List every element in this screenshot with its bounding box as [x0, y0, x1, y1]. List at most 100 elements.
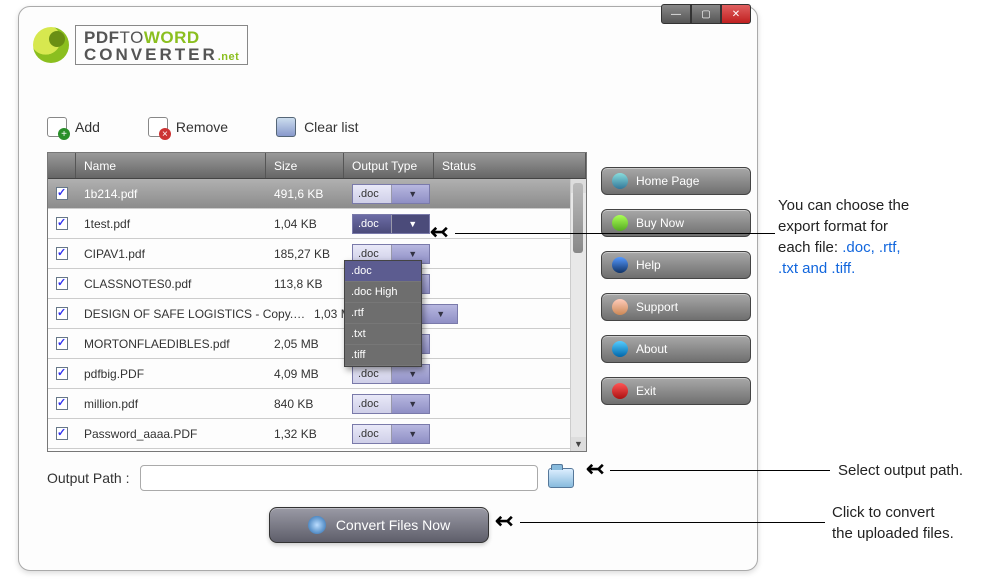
help-button[interactable]: Help	[601, 251, 751, 279]
support-icon	[612, 299, 628, 315]
dropdown-option[interactable]: .tiff	[345, 345, 421, 366]
remove-icon	[148, 117, 168, 137]
checkbox-icon	[56, 277, 68, 290]
convert-button[interactable]: Convert Files Now	[269, 507, 489, 543]
chevron-down-icon: ▼	[391, 215, 430, 233]
row-checkbox[interactable]	[48, 307, 76, 320]
output-type-dropdown[interactable]: .doc▼	[352, 394, 430, 414]
annotation-line	[520, 522, 825, 523]
table-body: ▲ ▼ 1b214.pdf491,6 KB.doc▼1test.pdf1,04 …	[48, 179, 586, 451]
row-checkbox[interactable]	[48, 427, 76, 440]
table-row[interactable]: MORTONFLAEDIBLES.pdf2,05 MB.doc▼	[48, 329, 586, 359]
output-type-dropdown[interactable]: .doc▼	[352, 214, 430, 234]
file-name: DESIGN OF SAFE LOGISTICS - Copy.pdf	[76, 307, 314, 321]
info-icon	[612, 341, 628, 357]
remove-label: Remove	[176, 119, 228, 135]
row-checkbox[interactable]	[48, 367, 76, 380]
row-checkbox[interactable]	[48, 397, 76, 410]
checkbox-icon	[56, 337, 68, 350]
annotation-line	[455, 233, 775, 234]
output-path-label: Output Path :	[47, 470, 130, 486]
file-size: 4,09 MB	[266, 367, 344, 381]
scrollbar[interactable]: ▲ ▼	[570, 179, 586, 451]
file-size: 113,8 KB	[266, 277, 344, 291]
col-check[interactable]	[48, 153, 76, 178]
annotation-line	[610, 470, 830, 471]
add-label: Add	[75, 119, 100, 135]
minimize-button[interactable]: —	[661, 4, 691, 24]
exit-label: Exit	[636, 384, 656, 398]
row-checkbox[interactable]	[48, 187, 76, 200]
maximize-button[interactable]: ▢	[691, 4, 721, 24]
output-type-dropdown[interactable]: .doc▼	[352, 424, 430, 444]
annotation-path: Select output path.	[838, 460, 963, 481]
clear-list-button[interactable]: Clear list	[276, 117, 358, 137]
add-button[interactable]: Add	[47, 117, 100, 137]
table-row[interactable]: pdfbig.PDF4,09 MB.doc▼	[48, 359, 586, 389]
arrow-icon: ↢	[495, 508, 513, 534]
col-size[interactable]: Size	[266, 153, 344, 178]
chevron-down-icon: ▼	[391, 395, 430, 413]
col-status[interactable]: Status	[434, 153, 586, 178]
buy-label: Buy Now	[636, 216, 684, 230]
dropdown-option[interactable]: .txt	[345, 324, 421, 345]
output-type-cell: .doc▼	[344, 394, 434, 414]
logo-icon	[33, 27, 69, 63]
exit-button[interactable]: Exit	[601, 377, 751, 405]
table-row[interactable]: CLASSNOTES0.pdf113,8 KB.doc▼	[48, 269, 586, 299]
table-row[interactable]: 1b214.pdf491,6 KB.doc▼	[48, 179, 586, 209]
convert-label: Convert Files Now	[336, 517, 450, 533]
annotation-convert: Click to convertthe uploaded files.	[832, 502, 954, 544]
table-row[interactable]: CIPAV1.pdf185,27 KB.doc▼	[48, 239, 586, 269]
home-page-button[interactable]: Home Page	[601, 167, 751, 195]
table-row[interactable]: 1test.pdf1,04 KB .doc▼	[48, 209, 586, 239]
file-name: CLASSNOTES0.pdf	[76, 277, 266, 291]
table-row[interactable]: million.pdf840 KB.doc▼	[48, 389, 586, 419]
annotation-format: You can choose the export format for eac…	[778, 195, 988, 279]
scroll-thumb[interactable]	[573, 183, 583, 253]
support-button[interactable]: Support	[601, 293, 751, 321]
browse-folder-icon[interactable]	[548, 468, 574, 488]
col-name[interactable]: Name	[76, 153, 266, 178]
exit-icon	[612, 383, 628, 399]
logo-text: PDFTOWORD CONVERTER.net	[75, 25, 248, 65]
table-header: Name Size Output Type Status	[48, 153, 586, 179]
file-size: 1,32 KB	[266, 427, 344, 441]
col-output[interactable]: Output Type	[344, 153, 434, 178]
output-type-cell: .doc▼	[344, 424, 434, 444]
row-checkbox[interactable]	[48, 337, 76, 350]
side-buttons: Home Page Buy Now Help Support About Exi…	[601, 167, 751, 405]
close-button[interactable]: ✕	[721, 4, 751, 24]
support-label: Support	[636, 300, 678, 314]
output-type-dropdown[interactable]: .doc▼	[352, 184, 430, 204]
dropdown-option[interactable]: .doc High	[345, 282, 421, 303]
scroll-down[interactable]: ▼	[571, 437, 586, 451]
checkbox-icon	[56, 217, 68, 230]
about-button[interactable]: About	[601, 335, 751, 363]
row-checkbox[interactable]	[48, 277, 76, 290]
arrow-icon: ↢	[430, 219, 448, 245]
row-checkbox[interactable]	[48, 247, 76, 260]
chevron-down-icon: ▼	[391, 185, 430, 203]
home-label: Home Page	[636, 174, 699, 188]
file-name: 1test.pdf	[76, 217, 266, 231]
clear-icon	[276, 117, 296, 137]
file-size: 185,27 KB	[266, 247, 344, 261]
output-path-input[interactable]	[140, 465, 538, 491]
file-name: CIPAV1.pdf	[76, 247, 266, 261]
checkbox-icon	[56, 247, 68, 260]
dropdown-option[interactable]: .doc	[345, 261, 421, 282]
remove-button[interactable]: Remove	[148, 117, 228, 137]
add-icon	[47, 117, 67, 137]
file-size: 1,04 KB	[266, 217, 344, 231]
table-row[interactable]: Password_aaaa.PDF1,32 KB.doc▼	[48, 419, 586, 449]
row-checkbox[interactable]	[48, 217, 76, 230]
file-size: 2,05 MB	[266, 337, 344, 351]
checkbox-icon	[56, 367, 68, 380]
dropdown-option[interactable]: .rtf	[345, 303, 421, 324]
output-type-menu[interactable]: .doc.doc High.rtf.txt.tiff	[344, 260, 422, 367]
table-row[interactable]: DESIGN OF SAFE LOGISTICS - Copy.pdf1,03 …	[48, 299, 586, 329]
checkbox-icon	[56, 307, 68, 320]
chevron-down-icon: ▼	[391, 425, 430, 443]
arrow-icon: ↢	[586, 456, 604, 482]
